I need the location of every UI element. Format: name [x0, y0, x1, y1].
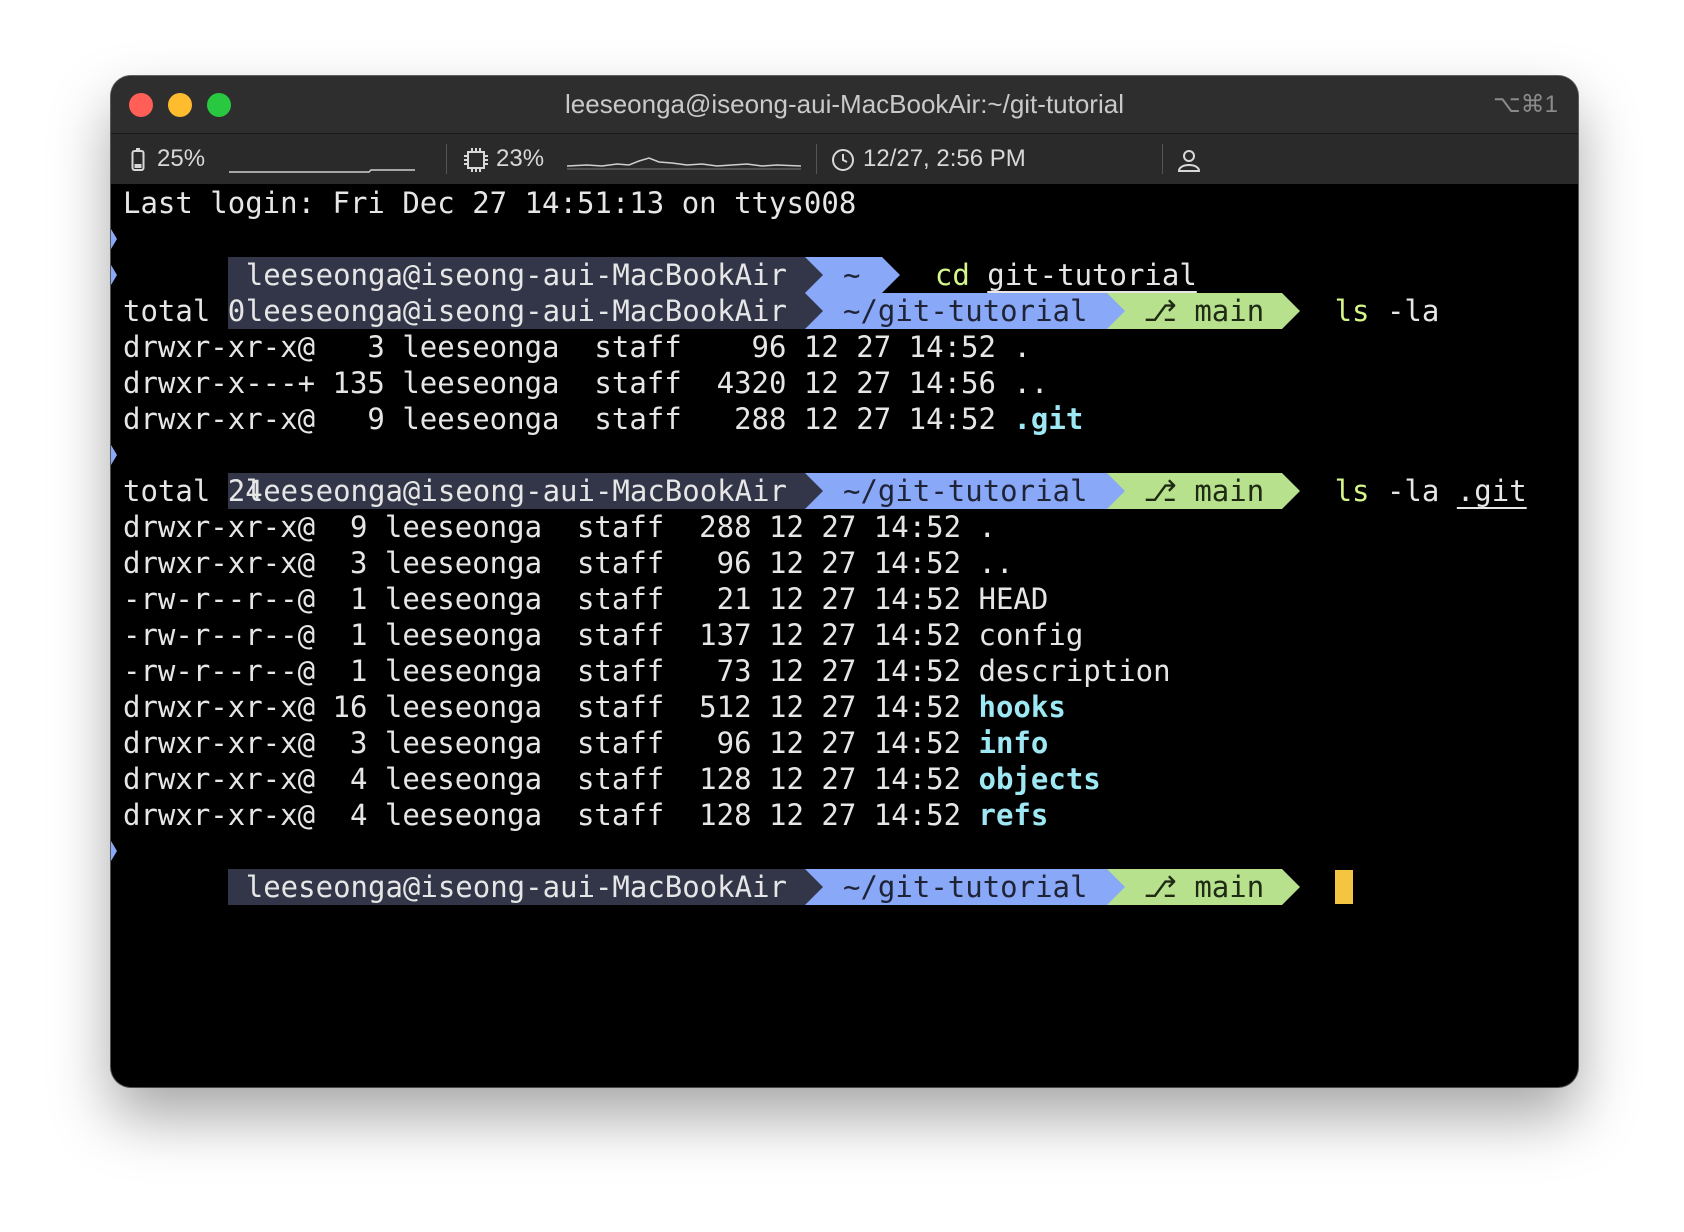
prompt-line[interactable]: leeseonga@iseong-aui-MacBookAir ~/git-tut…: [111, 833, 1353, 905]
prompt-git-segment: ⎇ main: [1107, 473, 1301, 509]
listing-total: total 24: [123, 474, 263, 508]
divider: [816, 144, 817, 174]
prompt-git-segment: ⎇ main: [1107, 293, 1301, 329]
prompt-caret-icon: [111, 833, 117, 869]
prompt-line: leeseonga@iseong-aui-MacBookAir ~ cd git-…: [111, 221, 1197, 293]
divider: [446, 144, 447, 174]
prompt-caret-icon: [111, 437, 117, 473]
listing-row: drwxr-x---+ 135 leeseonga staff 4320 12 …: [123, 366, 1049, 400]
command-args: -la: [1386, 474, 1440, 508]
prompt-caret-icon: [111, 221, 117, 257]
listing-row: drwxr-xr-x@ 3 leeseonga staff 96 12 27 1…: [123, 330, 1031, 364]
command-name: ls: [1334, 294, 1370, 328]
user-icon[interactable]: [1177, 134, 1201, 184]
window-title: leeseonga@iseong-aui-MacBookAir:~/git-tu…: [565, 89, 1124, 119]
listing-row: drwxr-xr-x@ 4 leeseonga staff 128 12 27 …: [123, 798, 1049, 832]
title-bar[interactable]: leeseonga@iseong-aui-MacBookAir:~/git-tu…: [111, 76, 1578, 134]
cpu-percent: 23%: [496, 145, 545, 172]
battery-percent: 25%: [157, 145, 206, 172]
prompt-dir-segment: ~/git-tutorial: [805, 473, 1126, 509]
prompt-user-segment: leeseonga@iseong-aui-MacBookAir: [227, 869, 824, 905]
battery-graph: [229, 134, 419, 184]
listing-row: drwxr-xr-x@ 3 leeseonga staff 96 12 27 1…: [123, 726, 1049, 760]
listing-row: drwxr-xr-x@ 9 leeseonga staff 288 12 27 …: [123, 510, 996, 544]
last-login-line: Last login: Fri Dec 27 14:51:13 on ttys0…: [123, 186, 857, 220]
prompt-dir-segment: ~/git-tutorial: [805, 869, 1126, 905]
clock-icon: [831, 134, 855, 184]
prompt-user-segment: leeseonga@iseong-aui-MacBookAir: [227, 293, 824, 329]
date-time: 12/27, 2:56 PM: [863, 145, 1026, 172]
terminal-output[interactable]: Last login: Fri Dec 27 14:51:13 on ttys0…: [111, 183, 1578, 1087]
divider: [1162, 144, 1163, 174]
command-name: ls: [1334, 474, 1370, 508]
command-path: .git: [1456, 474, 1527, 508]
git-branch-icon: ⎇: [1143, 294, 1195, 328]
git-branch-icon: ⎇: [1143, 870, 1195, 904]
listing-row: drwxr-xr-x@ 9 leeseonga staff 288 12 27 …: [123, 402, 1084, 436]
git-branch-icon: ⎇: [1143, 474, 1195, 508]
prompt-line: leeseonga@iseong-aui-MacBookAir ~/git-tut…: [111, 437, 1527, 509]
listing-row: -rw-r--r--@ 1 leeseonga staff 21 12 27 1…: [123, 582, 1049, 616]
prompt-caret-icon: [111, 257, 117, 293]
prompt-line: leeseonga@iseong-aui-MacBookAir ~/git-tut…: [111, 257, 1439, 329]
cpu-icon: [463, 134, 489, 184]
listing-total: total 0: [123, 294, 246, 328]
listing-row: drwxr-xr-x@ 4 leeseonga staff 128 12 27 …: [123, 762, 1101, 796]
prompt-user-segment: leeseonga@iseong-aui-MacBookAir: [227, 473, 824, 509]
prompt-dir-segment: ~/git-tutorial: [805, 293, 1126, 329]
listing-row: drwxr-xr-x@ 16 leeseonga staff 512 12 27…: [123, 690, 1066, 724]
listing-row: -rw-r--r--@ 1 leeseonga staff 137 12 27 …: [123, 618, 1084, 652]
text-cursor[interactable]: [1334, 870, 1353, 904]
battery-icon: [131, 134, 145, 184]
terminal-window[interactable]: leeseonga@iseong-aui-MacBookAir:~/git-tu…: [111, 76, 1578, 1087]
prompt-git-segment: ⎇ main: [1107, 869, 1301, 905]
listing-row: drwxr-xr-x@ 3 leeseonga staff 96 12 27 1…: [123, 546, 1014, 580]
status-bar: 25% 23% 12/27, 2:56 PM: [111, 134, 1578, 184]
command-args: -la: [1386, 294, 1440, 328]
listing-row: -rw-r--r--@ 1 leeseonga staff 73 12 27 1…: [123, 654, 1171, 688]
cpu-graph: [566, 134, 803, 184]
tab-shortcut: ⌥⌘1: [1492, 91, 1558, 118]
